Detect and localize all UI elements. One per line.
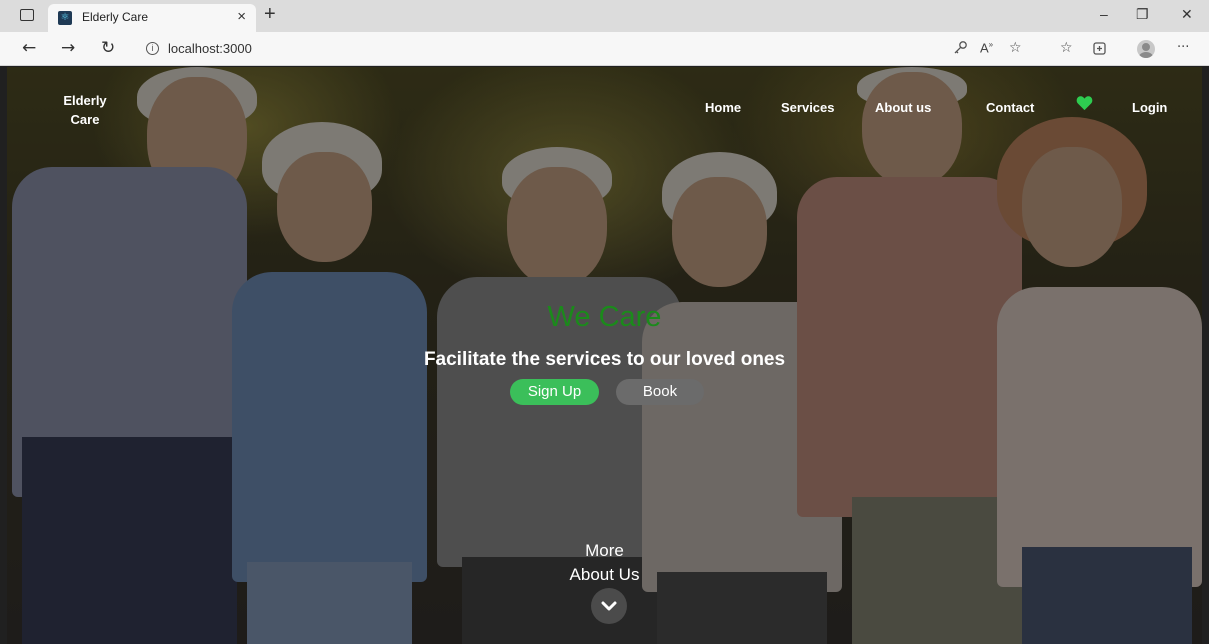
collections-icon[interactable] [1092,40,1108,56]
more-about-us-label[interactable]: More About Us [7,539,1202,587]
browser-tab[interactable]: ⚛ Elderly Care × [48,4,256,32]
restore-button[interactable]: ❐ [1136,6,1149,23]
nav-link-about[interactable]: About us [875,100,931,115]
tab-close-icon[interactable]: × [237,8,246,25]
nav-link-home[interactable]: Home [705,100,741,115]
nav-link-contact[interactable]: Contact [986,100,1034,115]
new-tab-button[interactable]: + [264,3,276,26]
read-aloud-icon[interactable]: A» [980,40,993,55]
brand-line-2: Care [70,112,100,127]
react-favicon-icon: ⚛ [58,11,72,25]
forward-arrow-icon[interactable]: → [61,38,75,58]
profile-avatar[interactable] [1137,40,1155,58]
minimize-button[interactable]: – [1100,6,1108,22]
heart-icon[interactable] [1076,95,1093,111]
address-bar: ← → ↻ i localhost:3000 A» ☆ ☆ ··· [0,32,1209,66]
key-icon[interactable] [952,40,968,56]
hero-title: We Care [547,301,662,333]
hero-section: Elderly Care Home Services About us Cont… [7,67,1202,644]
favorites-list-icon[interactable]: ☆ [1060,40,1073,56]
back-arrow-icon[interactable]: ← [22,38,36,58]
scroll-down-button[interactable] [591,588,627,624]
browser-tab-bar: ⚛ Elderly Care × + – ❐ ✕ [0,0,1209,32]
site-info-icon[interactable]: i [146,42,159,55]
chevron-down-icon [601,601,617,611]
book-button[interactable]: Book [616,379,704,405]
hero-subtitle: Facilitate the services to our loved one… [423,349,786,370]
tab-title: Elderly Care [82,10,149,24]
favorite-star-icon[interactable]: ☆ [1009,40,1022,56]
brand-logo[interactable]: Elderly Care [55,91,115,129]
more-label-line-2: About Us [569,565,640,584]
nav-link-services[interactable]: Services [781,100,835,115]
reload-icon[interactable]: ↻ [101,38,115,58]
tab-actions-icon[interactable] [20,9,34,21]
close-window-button[interactable]: ✕ [1181,6,1193,23]
more-menu-icon[interactable]: ··· [1177,40,1189,55]
signup-button[interactable]: Sign Up [510,379,599,405]
nav-link-login[interactable]: Login [1132,100,1167,115]
url-field[interactable]: localhost:3000 [168,41,252,56]
brand-line-1: Elderly [63,93,107,108]
more-label-line-1: More [585,541,624,560]
